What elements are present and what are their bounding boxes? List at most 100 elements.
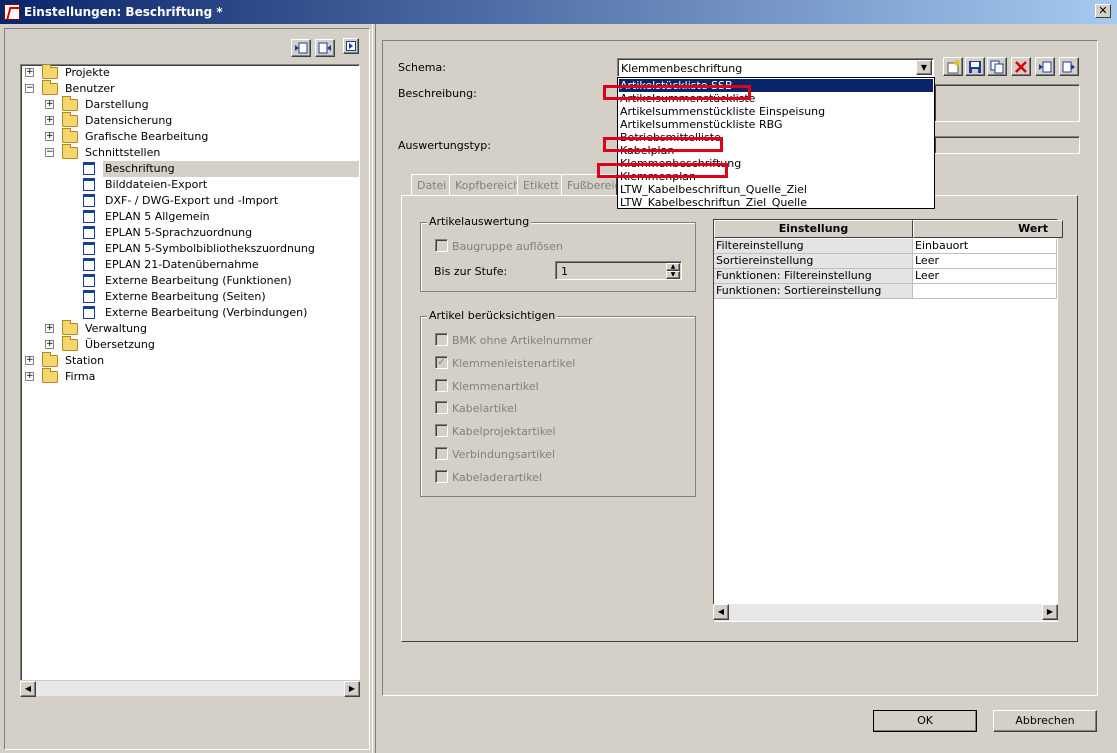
tree-item[interactable]: EPLAN 5-Symbolbibliothekszuordnung [21, 241, 359, 257]
tree-item[interactable]: + Firma [21, 368, 359, 385]
copy-schema-button[interactable] [987, 57, 1007, 76]
tree-item-label: Externe Bearbeitung (Funktionen) [105, 274, 292, 287]
expand-node-icon[interactable]: + [25, 68, 34, 77]
next-icon [346, 41, 356, 51]
collapse-node-icon[interactable]: − [45, 148, 54, 157]
tree-item[interactable]: + Grafische Bearbeitung [21, 128, 359, 145]
baugruppe-checkbox[interactable] [435, 239, 448, 252]
delete-icon [1015, 60, 1027, 73]
artikel-checkbox[interactable]: ✓ [435, 355, 448, 369]
panel-splitter[interactable] [372, 24, 376, 753]
tab-kopfbereich[interactable]: Kopfbereich [449, 174, 527, 196]
artikel-checkbox[interactable] [435, 469, 448, 483]
folder-icon [42, 80, 58, 95]
grid-cell-einstellung[interactable]: Filtereinstellung [714, 239, 913, 254]
tree-horizontal-scrollbar[interactable]: ◀ ▶ [20, 680, 360, 697]
tree-item[interactable]: EPLAN 5-Sprachzuordnung [21, 225, 359, 241]
tree-item[interactable]: Bilddateien-Export [21, 177, 359, 193]
annotation-box [603, 85, 751, 100]
next-button[interactable] [343, 38, 359, 54]
cancel-button[interactable]: Abbrechen [993, 710, 1097, 732]
copy-icon [990, 60, 1004, 73]
artikel-checkbox[interactable] [435, 401, 448, 415]
artikel-checkbox-label: Klemmenleistenartikel [452, 356, 576, 370]
expand-node-icon[interactable]: + [45, 340, 54, 349]
tree-item-label: DXF- / DWG-Export und -Import [105, 194, 279, 207]
chevron-down-icon[interactable]: ▼ [916, 60, 932, 75]
expand-node-icon[interactable]: + [25, 372, 34, 381]
beschreibung-field[interactable] [934, 84, 1080, 122]
grid-scroll-left-arrow[interactable]: ◀ [713, 604, 729, 620]
tree-item[interactable]: + Station [21, 352, 359, 369]
artikelauswertung-group: Artikelauswertung [420, 215, 696, 292]
tab-datei[interactable]: Datei [411, 174, 453, 196]
ok-button[interactable]: OK [873, 710, 977, 732]
collapse-button[interactable] [315, 39, 335, 57]
settings-tree[interactable]: + Projekte − Benutzer + Darstellung + Datensich… [20, 64, 360, 696]
tree-item[interactable]: Beschriftung [21, 161, 359, 177]
grid-cell-einstellung[interactable]: Funktionen: Sortiereinstellung [714, 284, 913, 299]
import-schema-button[interactable] [1035, 57, 1055, 76]
expand-node-icon[interactable]: + [45, 132, 54, 141]
spin-down-icon[interactable]: ▼ [666, 271, 680, 279]
window-title: Einstellungen: Beschriftung * [24, 5, 223, 19]
tree-item[interactable]: − Schnittstellen [21, 144, 359, 161]
tree-item[interactable]: − Benutzer [21, 80, 359, 97]
tab-etikett[interactable]: Etikett [517, 174, 565, 196]
tree-item[interactable]: Externe Bearbeitung (Seiten) [21, 289, 359, 305]
tree-item-label: Grafische Bearbeitung [85, 130, 209, 143]
grid-cell-wert[interactable]: Leer [913, 269, 1057, 284]
tree-item[interactable]: Externe Bearbeitung (Verbindungen) [21, 305, 359, 321]
scroll-right-arrow[interactable]: ▶ [344, 681, 360, 697]
export-schema-button[interactable] [1059, 57, 1079, 76]
schema-combobox[interactable]: Klemmenbeschriftung ▼ [617, 58, 934, 77]
folder-icon [62, 144, 78, 159]
tree-item-label: Schnittstellen [85, 146, 161, 159]
export-icon [1062, 61, 1075, 72]
tree-item-label: Übersetzung [85, 338, 155, 351]
expand-node-icon[interactable]: + [45, 100, 54, 109]
collapse-node-icon[interactable]: − [25, 84, 34, 93]
artikel-checkbox[interactable] [435, 424, 448, 438]
tree-item[interactable]: + Projekte [21, 64, 359, 81]
dropdown-option[interactable]: Artikelsummenstückliste Einspeisung [619, 105, 933, 118]
stufe-spinner[interactable]: 1 ▲ ▼ [555, 261, 682, 280]
expand-node-icon[interactable]: + [45, 116, 54, 125]
artikel-checkbox[interactable] [435, 378, 448, 392]
grid-header-einstellung[interactable]: Einstellung [714, 220, 913, 238]
spin-up-icon[interactable]: ▲ [666, 263, 680, 271]
grid-cell-einstellung[interactable]: Funktionen: Filtereinstellung [714, 269, 913, 284]
new-schema-button[interactable] [943, 57, 963, 76]
delete-schema-button[interactable] [1011, 57, 1031, 76]
artikel-checkbox[interactable] [435, 333, 448, 346]
settings-grid[interactable]: Einstellung Wert Filtereinstellung Einbau… [713, 219, 1063, 622]
tree-item[interactable]: + Datensicherung [21, 112, 359, 129]
grid-cell-wert[interactable]: Einbauort [913, 239, 1057, 254]
grid-cell-wert[interactable] [913, 284, 1057, 299]
tree-item[interactable]: + Verwaltung [21, 320, 359, 337]
dropdown-option[interactable]: Artikelsummenstückliste RBG [619, 118, 933, 131]
tree-item[interactable]: + Übersetzung [21, 336, 359, 353]
tree-item[interactable]: + Darstellung [21, 96, 359, 113]
tree-item[interactable]: EPLAN 21-Datenübernahme [21, 257, 359, 273]
grid-scroll-right-arrow[interactable]: ▶ [1042, 604, 1058, 620]
expand-button[interactable] [291, 39, 311, 57]
expand-node-icon[interactable]: + [45, 324, 54, 333]
tree-item[interactable]: Externe Bearbeitung (Funktionen) [21, 273, 359, 289]
grid-cell-einstellung[interactable]: Sortiereinstellung [714, 254, 913, 269]
artikel-checkbox[interactable] [435, 447, 448, 460]
dropdown-option[interactable]: LTW_Kabelbeschriftun_Quelle_Ziel [619, 183, 933, 196]
grid-horizontal-scrollbar[interactable]: ◀ ▶ [713, 604, 1058, 621]
dropdown-option[interactable]: LTW_Kabelbeschriftun_Ziel_Quelle [619, 196, 933, 209]
grid-cell-wert[interactable]: Leer [913, 254, 1057, 269]
tree-item[interactable]: EPLAN 5 Allgemein [21, 209, 359, 225]
tree-item[interactable]: DXF- / DWG-Export und -Import [21, 193, 359, 209]
auswertungstyp-field[interactable] [934, 136, 1080, 154]
scroll-left-arrow[interactable]: ◀ [20, 681, 36, 697]
expand-node-icon[interactable]: + [25, 356, 34, 365]
tree-item-label: Firma [65, 370, 96, 383]
grid-header-wert[interactable]: Wert [913, 220, 1063, 238]
folder-icon [62, 128, 78, 143]
close-button[interactable]: ✕ [1095, 4, 1111, 18]
save-schema-button[interactable] [965, 57, 985, 76]
